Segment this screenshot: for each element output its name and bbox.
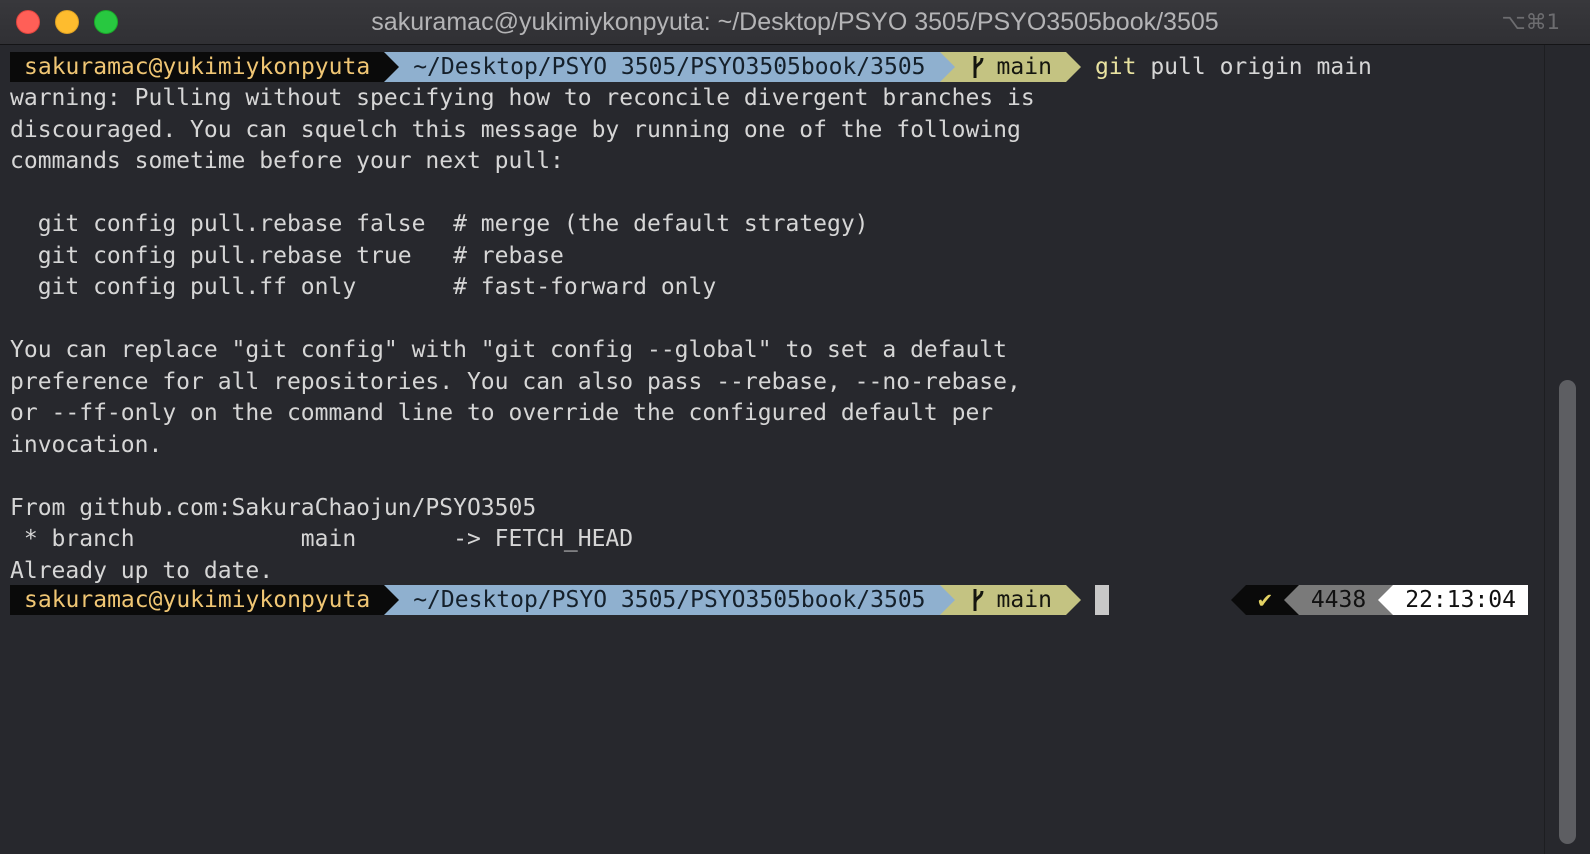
- output-line: From github.com:SakuraChaojun/PSYO3505: [10, 495, 537, 521]
- prompt-separator: [1066, 585, 1081, 615]
- git-branch-icon: [973, 56, 984, 78]
- command-args: pull origin main: [1136, 54, 1372, 80]
- prompt-separator: [1231, 585, 1246, 615]
- prompt-separator: [1066, 52, 1081, 82]
- status-check-icon: ✔: [1245, 585, 1284, 615]
- prompt-line: sakuramac@yukimiykonpyuta ~/Desktop/PSYO…: [10, 585, 1109, 615]
- window-title: sakuramac@yukimiykonpyuta: ~/Desktop/PSY…: [371, 8, 1219, 36]
- output-line: git config pull.rebase false # merge (th…: [10, 211, 869, 237]
- output-line: preference for all repositories. You can…: [10, 369, 1021, 395]
- prompt-time: 22:13:04: [1393, 585, 1528, 615]
- git-branch-icon: [973, 589, 984, 611]
- prompt-dir: ~/Desktop/PSYO 3505/PSYO3505book/3505: [399, 585, 940, 615]
- text-cursor[interactable]: [1094, 585, 1109, 615]
- output-line: * branch main -> FETCH_HEAD: [10, 526, 634, 552]
- prompt-branch: main: [996, 54, 1052, 80]
- output-line: Already up to date.: [10, 558, 274, 584]
- output-line: or --ff-only on the command line to over…: [10, 400, 994, 426]
- vertical-scrollbar[interactable]: [1544, 45, 1590, 854]
- prompt-separator: [939, 52, 955, 82]
- prompt-separator: [1378, 585, 1394, 615]
- output-line: discouraged. You can squelch this messag…: [10, 117, 1021, 143]
- command-text: git pull origin main: [1081, 52, 1372, 82]
- right-prompt: ✔ 4438 22:13:04: [1231, 585, 1528, 615]
- prompt-user: sakuramac@yukimiykonpyuta: [10, 52, 385, 82]
- terminal-window: sakuramac@yukimiykonpyuta: ~/Desktop/PSY…: [0, 0, 1590, 854]
- history-number: 4438: [1298, 585, 1379, 615]
- tab-shortcut: ⌥⌘1: [1501, 10, 1560, 34]
- prompt-git: main: [954, 585, 1066, 615]
- prompt-separator: [1283, 585, 1299, 615]
- output-line: git config pull.ff only # fast-forward o…: [10, 274, 717, 300]
- prompt-separator: [939, 585, 955, 615]
- output-line: You can replace "git config" with "git c…: [10, 337, 1007, 363]
- prompt-branch: main: [996, 587, 1052, 613]
- scrollbar-thumb[interactable]: [1559, 380, 1576, 844]
- prompt-line: sakuramac@yukimiykonpyuta ~/Desktop/PSYO…: [10, 52, 1372, 82]
- output-line: warning: Pulling without specifying how …: [10, 85, 1035, 111]
- prompt-separator: [384, 52, 400, 82]
- command-program: git: [1094, 54, 1137, 80]
- prompt-separator: [384, 585, 400, 615]
- output-line: commands sometime before your next pull:: [10, 148, 564, 174]
- prompt-user: sakuramac@yukimiykonpyuta: [10, 585, 385, 615]
- terminal-content[interactable]: sakuramac@yukimiykonpyuta ~/Desktop/PSYO…: [0, 45, 1545, 854]
- output-line: git config pull.rebase true # rebase: [10, 243, 564, 269]
- prompt-git: main: [954, 52, 1066, 82]
- output-line: invocation.: [10, 432, 163, 458]
- prompt-dir: ~/Desktop/PSYO 3505/PSYO3505book/3505: [399, 52, 940, 82]
- title-bar[interactable]: sakuramac@yukimiykonpyuta: ~/Desktop/PSY…: [0, 0, 1590, 45]
